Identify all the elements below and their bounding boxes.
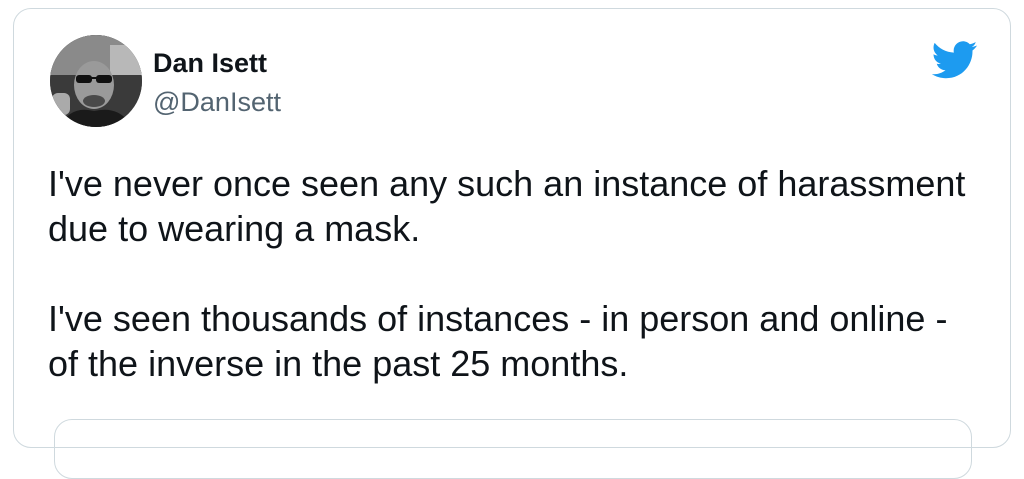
tweet-card[interactable]: Dan Isett @DanIsett I've never once seen… [13,8,1011,479]
author-display-name[interactable]: Dan Isett [153,47,267,79]
author-handle[interactable]: @DanIsett [153,86,281,118]
avatar-photo-icon [50,35,142,127]
tweet-body: I've never once seen any such an instanc… [48,161,978,386]
quoted-tweet-card[interactable] [54,419,972,479]
twitter-bird-icon[interactable] [932,41,978,79]
tweet-paragraph-1: I've never once seen any such an instanc… [48,163,976,249]
tweet-paragraph-2: I've seen thousands of instances - in pe… [48,298,958,384]
author-avatar[interactable] [50,35,142,127]
